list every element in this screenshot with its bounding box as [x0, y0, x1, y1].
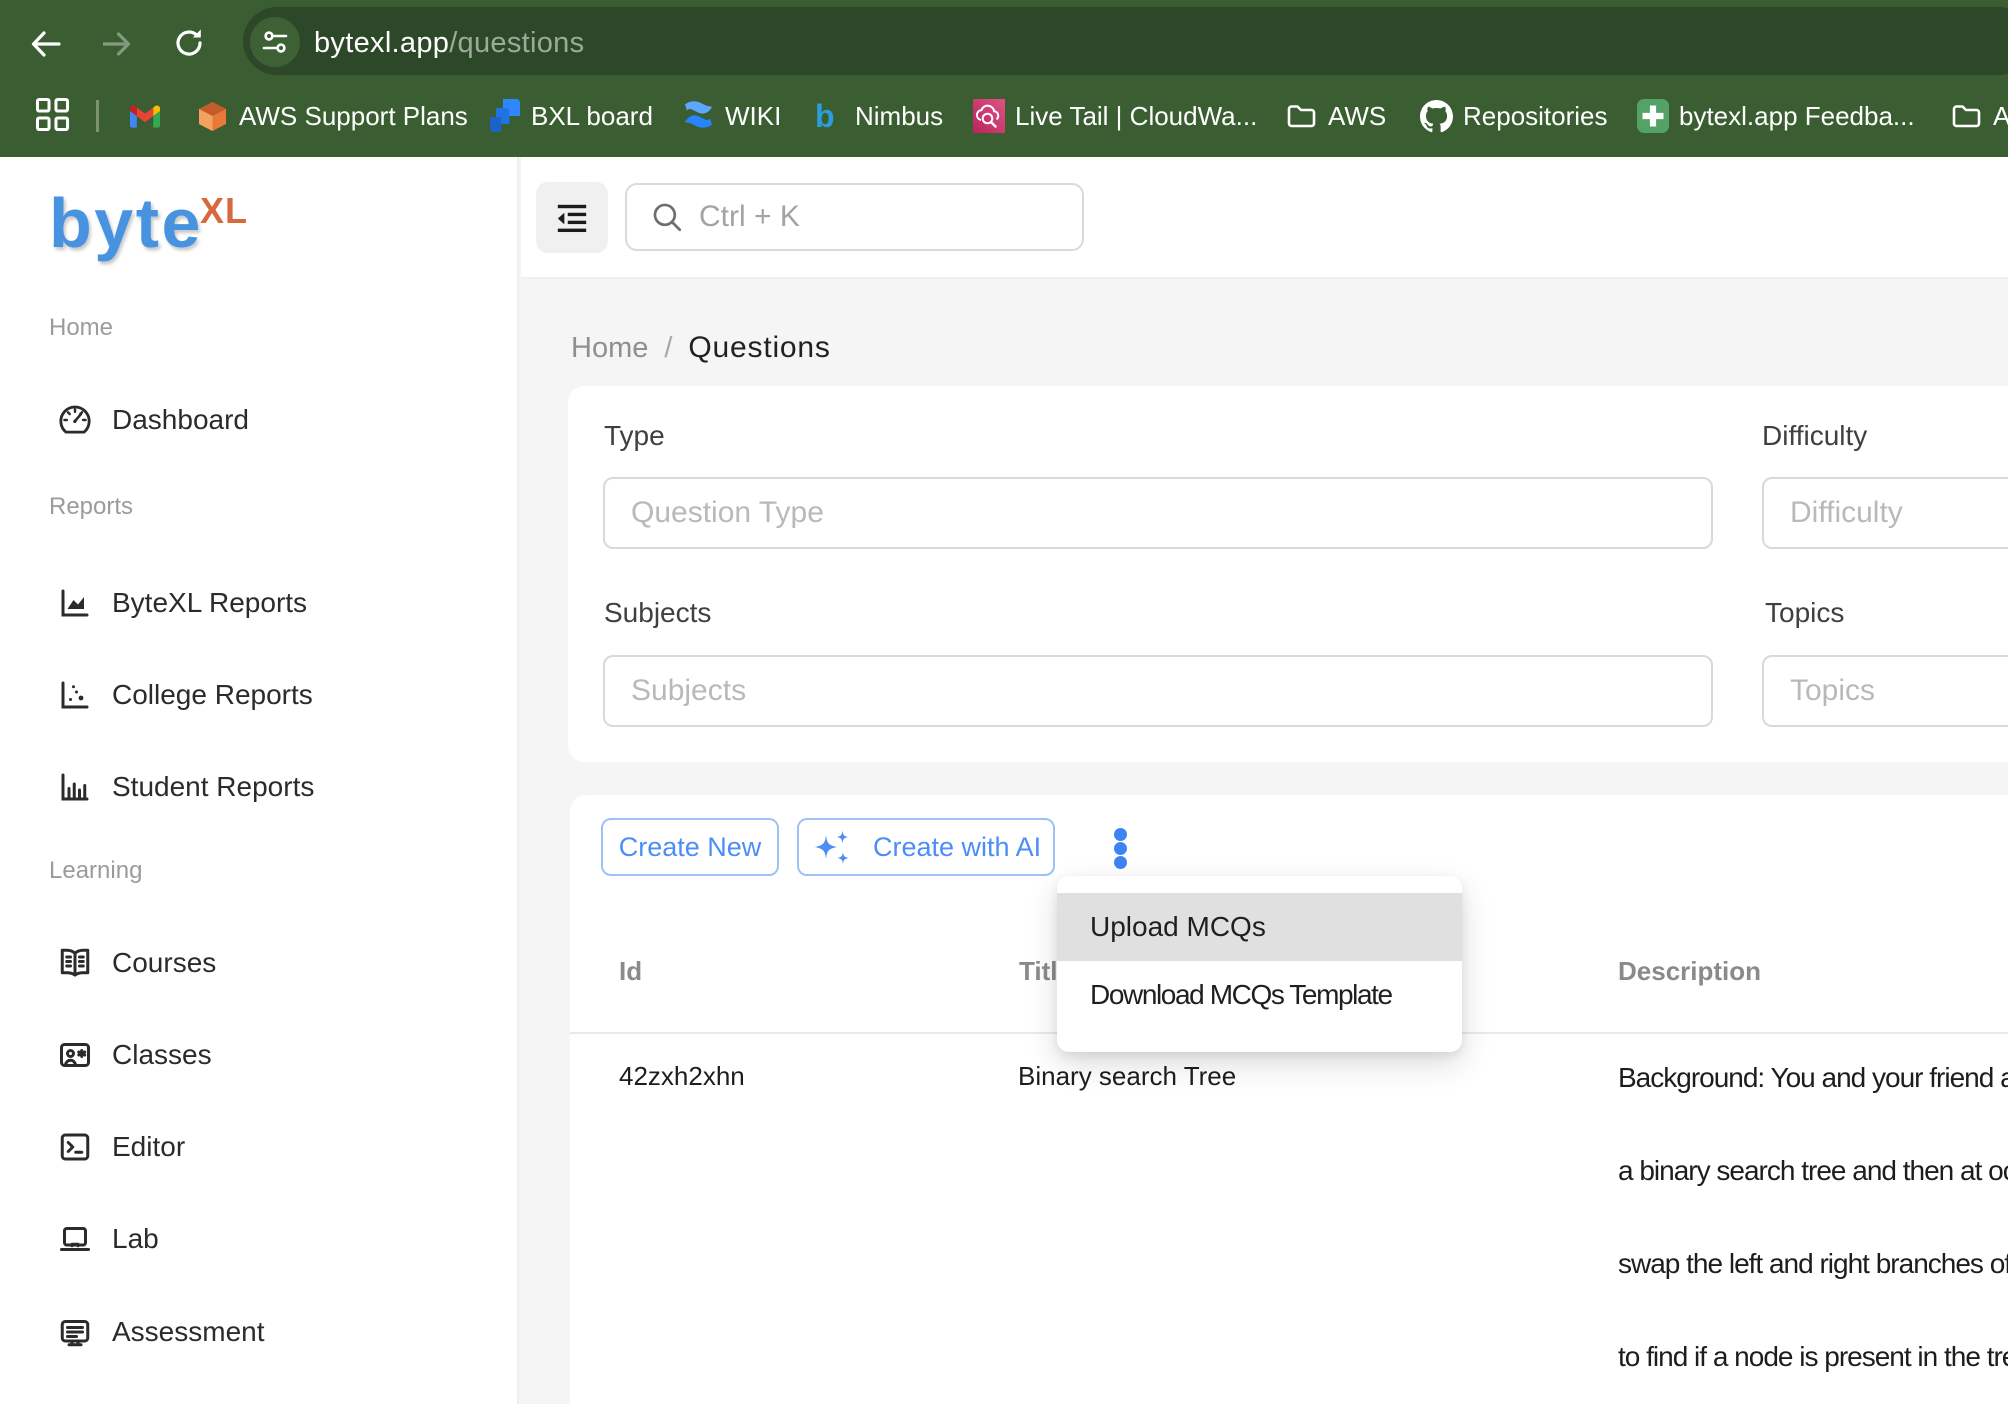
svg-text:b: b [815, 100, 835, 133]
